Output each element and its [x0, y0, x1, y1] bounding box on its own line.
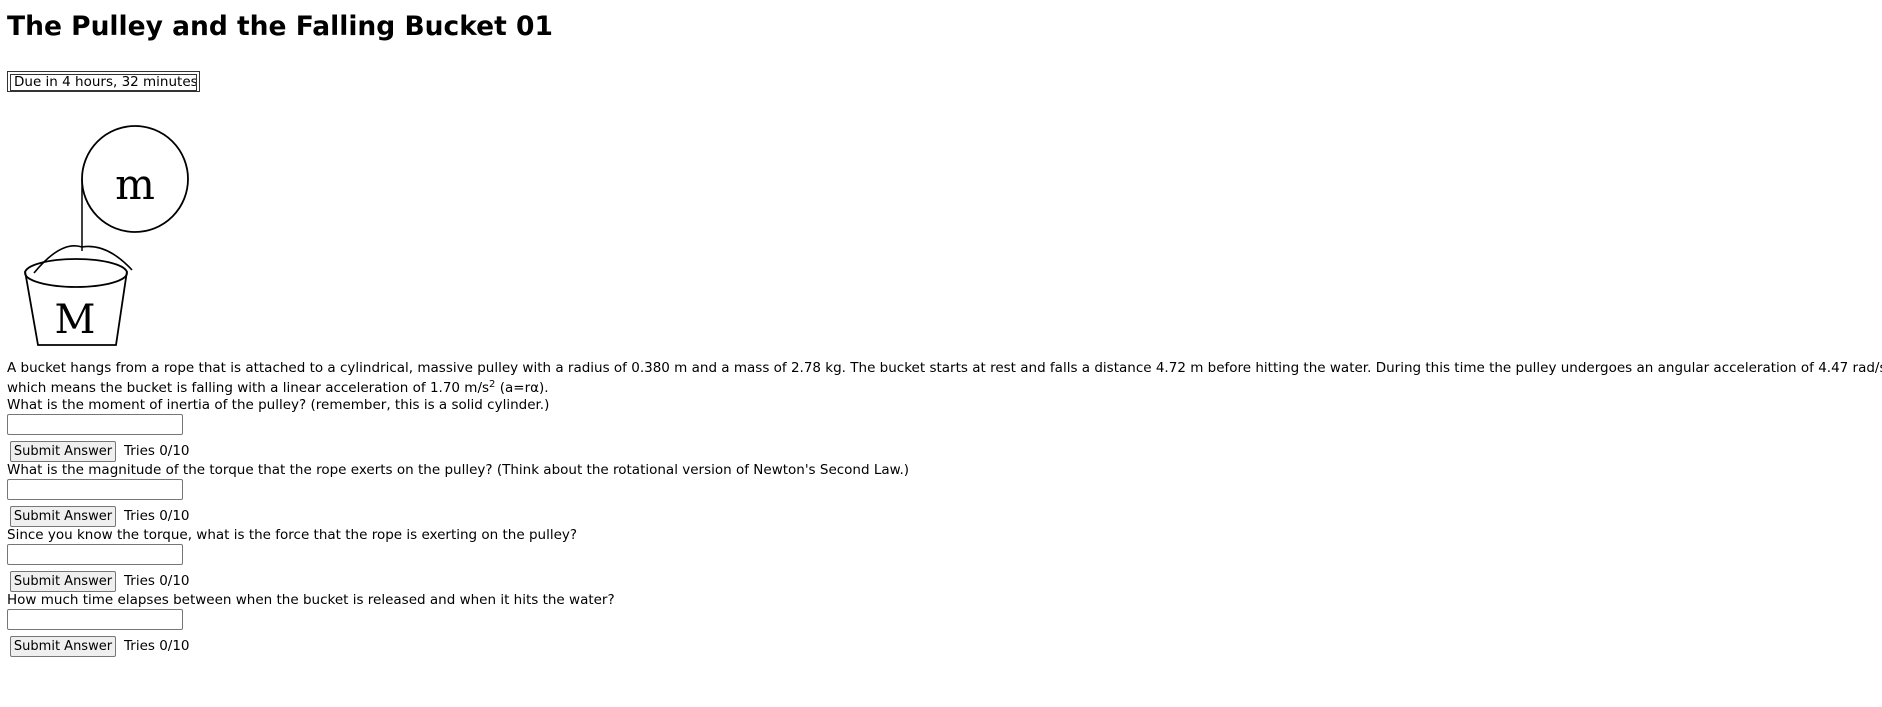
- submit-answer-button[interactable]: Submit Answer: [10, 635, 116, 657]
- question-block: Since you know the torque, what is the f…: [7, 527, 1875, 592]
- question-text: Since you know the torque, what is the f…: [7, 527, 578, 543]
- bucket-rim: [24, 258, 128, 288]
- problem-statement-line1: A bucket hangs from a rope that is attac…: [7, 357, 1882, 379]
- page-title: The Pulley and the Falling Bucket 01: [7, 11, 553, 42]
- answer-input[interactable]: [7, 479, 183, 500]
- tries-counter: Tries 0/10: [124, 573, 190, 589]
- problem-statement-line2: which means the bucket is falling with a…: [7, 380, 1875, 397]
- problem-text-2b: (a=rα).: [495, 380, 549, 396]
- question-text: What is the magnitude of the torque that…: [7, 462, 910, 478]
- answer-input[interactable]: [7, 609, 183, 630]
- problem-text-2: which means the bucket is falling with a…: [7, 380, 490, 396]
- submit-answer-button[interactable]: Submit Answer: [10, 505, 116, 527]
- question-text: How much time elapses between when the b…: [7, 592, 615, 608]
- problem-text-1: A bucket hangs from a rope that is attac…: [7, 360, 1882, 376]
- answer-input[interactable]: [7, 414, 183, 435]
- submit-row: Submit Answer Tries 0/10: [10, 505, 1875, 527]
- tries-counter: Tries 0/10: [124, 508, 190, 524]
- question-block: How much time elapses between when the b…: [7, 592, 1875, 657]
- submit-answer-button[interactable]: Submit Answer: [10, 440, 116, 462]
- pulley-bucket-diagram: m M: [24, 125, 189, 346]
- pulley-bucket-figure: m M: [7, 95, 207, 357]
- question-text: What is the moment of inertia of the pul…: [7, 397, 550, 413]
- submit-row: Submit Answer Tries 0/10: [10, 570, 1875, 592]
- submit-answer-button[interactable]: Submit Answer: [10, 570, 116, 592]
- question-block: What is the magnitude of the torque that…: [7, 462, 1875, 527]
- problem-page: The Pulley and the Falling Bucket 01 Due…: [0, 0, 1882, 657]
- submit-row: Submit Answer Tries 0/10: [10, 440, 1875, 462]
- pulley-mass-label: m: [115, 160, 155, 209]
- due-date-box: Due in 4 hours, 32 minutes: [7, 71, 200, 92]
- tries-counter: Tries 0/10: [124, 638, 190, 654]
- submit-row: Submit Answer Tries 0/10: [10, 635, 1875, 657]
- bucket-mass-label: M: [55, 297, 96, 343]
- answer-input[interactable]: [7, 544, 183, 565]
- question-block: What is the moment of inertia of the pul…: [7, 397, 1875, 462]
- tries-counter: Tries 0/10: [124, 443, 190, 459]
- due-date-text: Due in 4 hours, 32 minutes: [10, 74, 197, 91]
